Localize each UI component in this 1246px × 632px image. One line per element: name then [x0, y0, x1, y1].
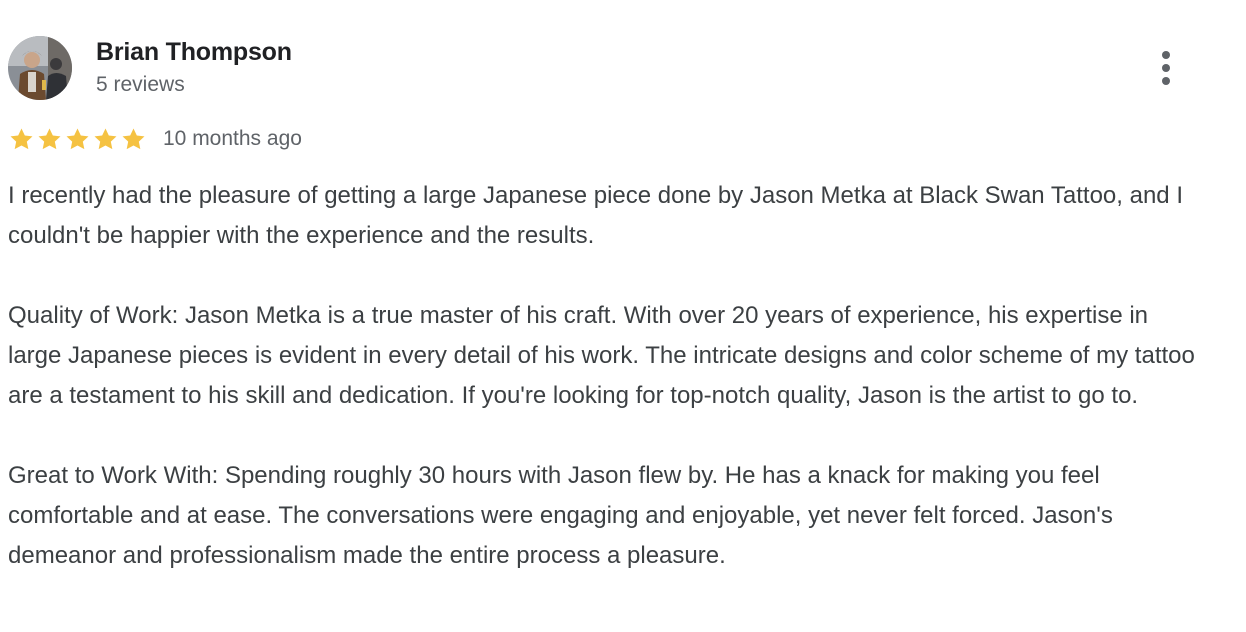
review-paragraph: Great to Work With: Spending roughly 30 …	[8, 462, 1113, 569]
reviewer-review-count[interactable]: 5 reviews	[96, 72, 185, 98]
reviewer-name[interactable]: Brian Thompson	[96, 36, 292, 68]
review-paragraph: Quality of Work: Jason Metka is a true m…	[8, 302, 1195, 409]
more-vert-icon	[1162, 51, 1170, 85]
star-icon	[94, 127, 117, 149]
star-icon	[122, 127, 145, 149]
review-card: Brian Thompson 5 reviews 10 months ago I…	[0, 0, 1246, 632]
star-icon	[10, 127, 33, 149]
star-icon	[38, 127, 61, 149]
star-icon	[66, 127, 89, 149]
profile-photo-icon	[8, 36, 72, 100]
review-date: 10 months ago	[163, 127, 302, 150]
review-paragraph: I recently had the pleasure of getting a…	[8, 182, 1183, 249]
review-text: I recently had the pleasure of getting a…	[8, 176, 1208, 576]
more-options-button[interactable]	[1146, 46, 1186, 90]
star-rating	[8, 126, 147, 153]
rating-row: 10 months ago	[8, 124, 302, 154]
avatar[interactable]	[8, 36, 72, 100]
